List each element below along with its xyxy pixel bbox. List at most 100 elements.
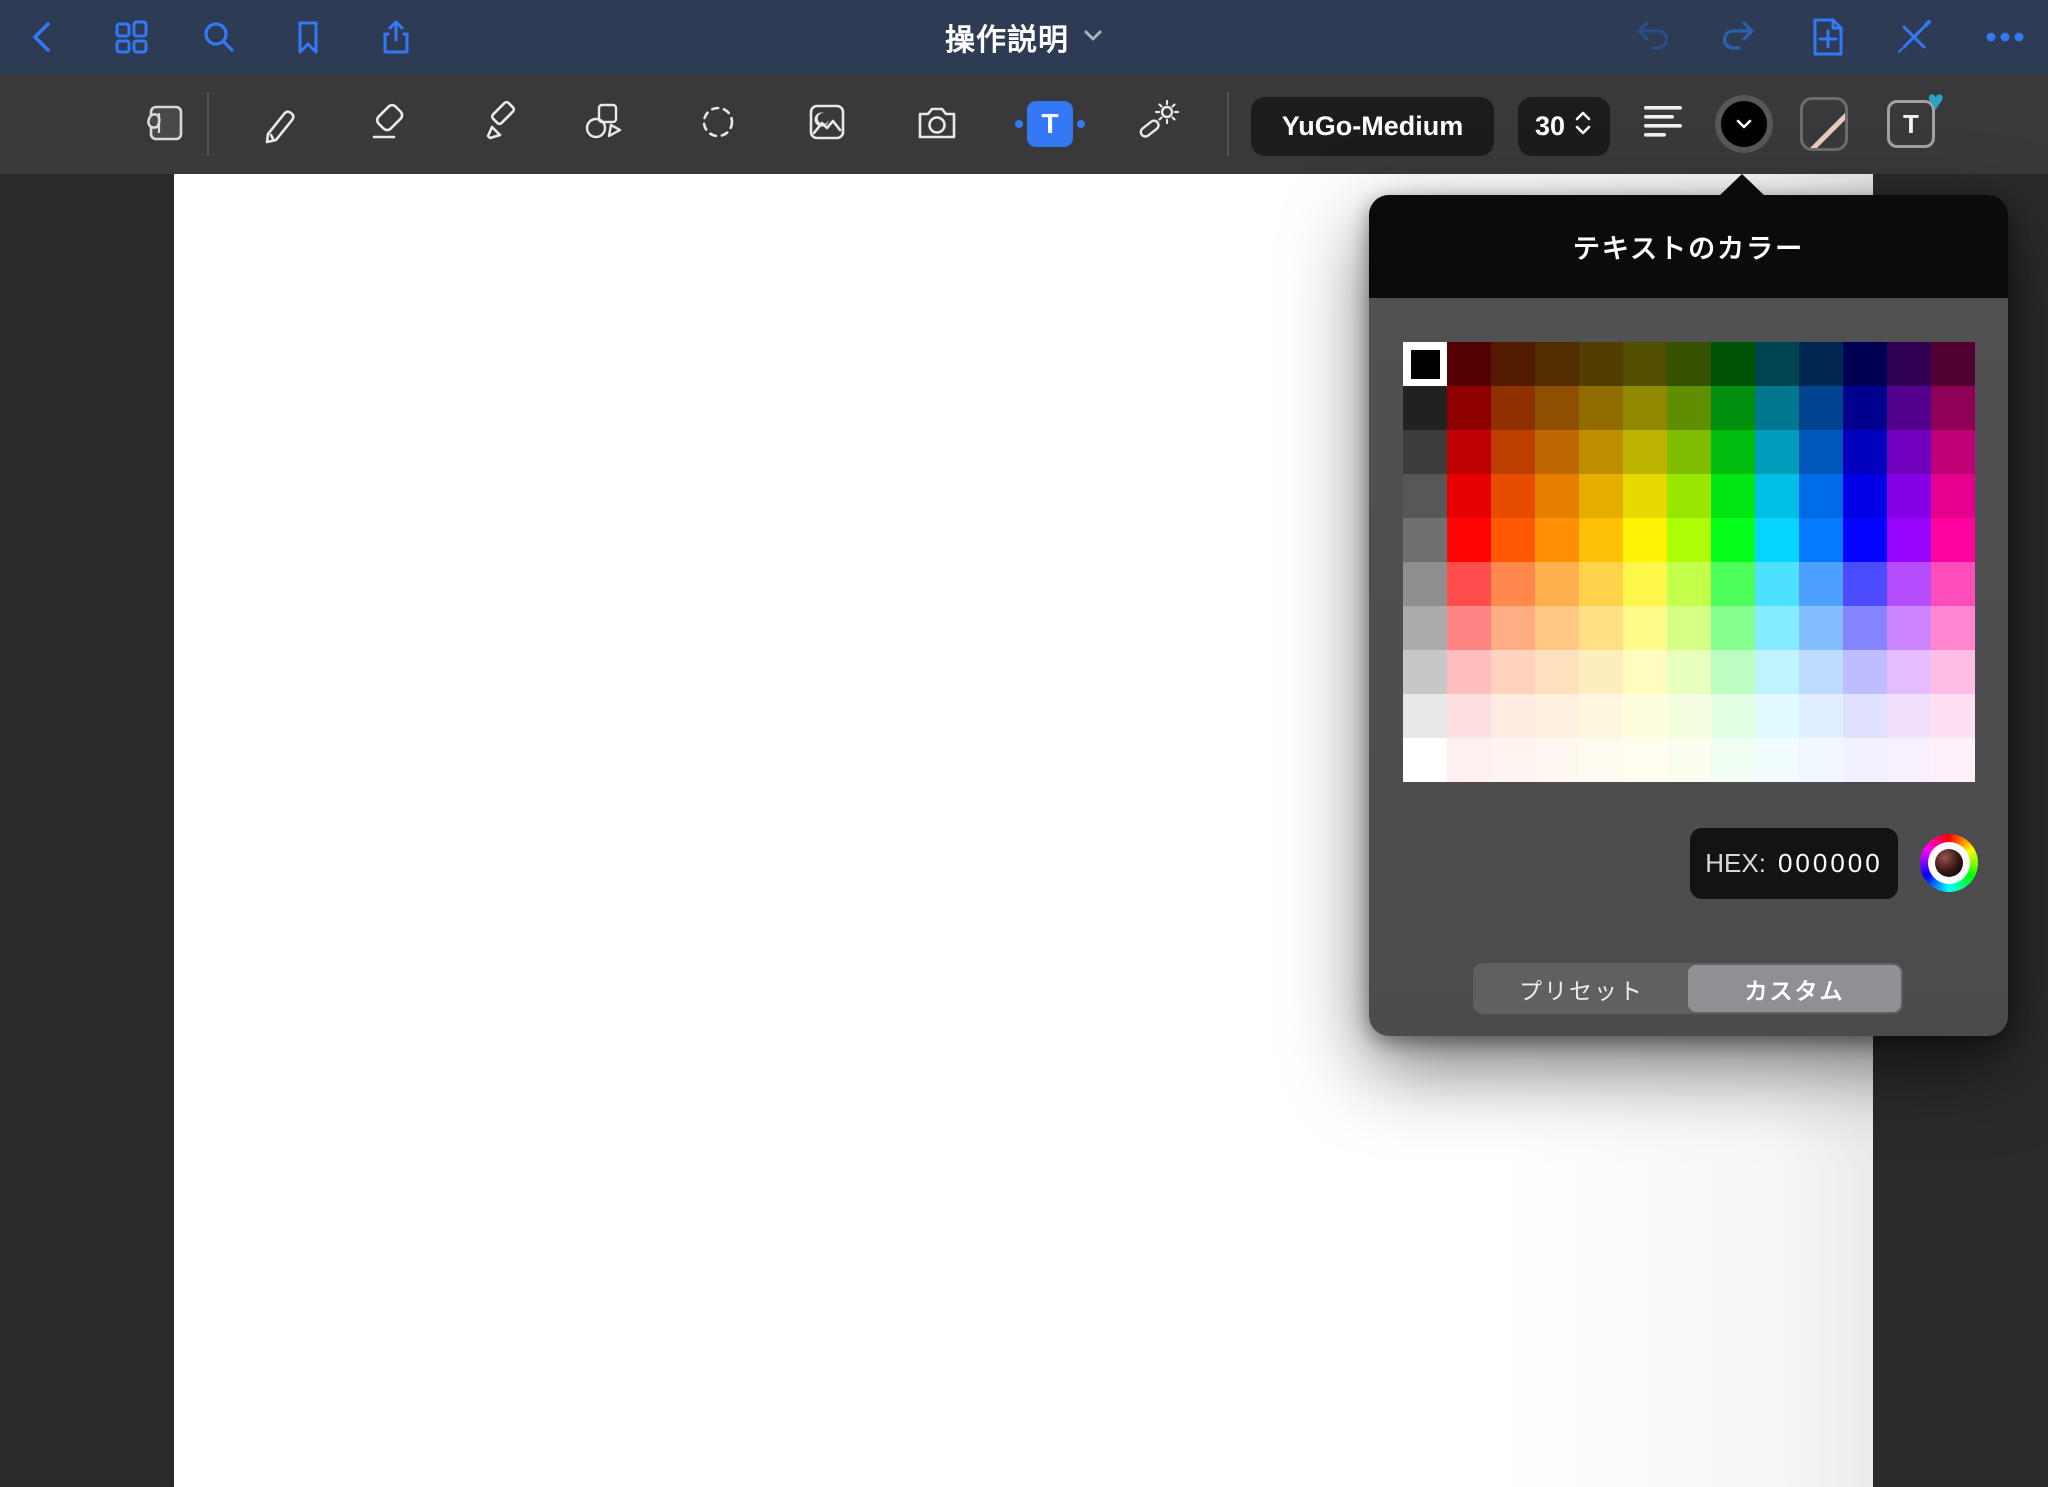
color-swatch[interactable] <box>1403 518 1447 562</box>
color-swatch[interactable] <box>1667 342 1711 386</box>
search-button[interactable] <box>187 0 251 74</box>
back-button[interactable] <box>12 0 76 74</box>
color-swatch[interactable] <box>1799 430 1843 474</box>
color-swatch[interactable] <box>1491 650 1535 694</box>
color-swatch[interactable] <box>1667 386 1711 430</box>
tab-custom[interactable]: カスタム <box>1688 965 1901 1012</box>
color-swatch[interactable] <box>1931 474 1975 518</box>
font-size-stepper[interactable]: 30 <box>1518 97 1610 156</box>
color-swatch[interactable] <box>1667 430 1711 474</box>
color-swatch[interactable] <box>1799 386 1843 430</box>
color-swatch[interactable] <box>1843 694 1887 738</box>
color-swatch[interactable] <box>1799 606 1843 650</box>
color-swatch[interactable] <box>1623 650 1667 694</box>
color-swatch[interactable] <box>1755 606 1799 650</box>
color-swatch[interactable] <box>1623 342 1667 386</box>
color-swatch[interactable] <box>1579 386 1623 430</box>
color-swatch[interactable] <box>1535 474 1579 518</box>
color-swatch[interactable] <box>1755 694 1799 738</box>
color-swatch[interactable] <box>1799 518 1843 562</box>
text-align-button[interactable] <box>1639 100 1687 148</box>
color-swatch[interactable] <box>1491 430 1535 474</box>
color-swatch[interactable] <box>1403 474 1447 518</box>
color-swatch[interactable] <box>1447 430 1491 474</box>
color-swatch[interactable] <box>1667 562 1711 606</box>
color-swatch[interactable] <box>1931 430 1975 474</box>
color-swatch[interactable] <box>1755 430 1799 474</box>
color-swatch[interactable] <box>1711 694 1755 738</box>
text-style-button[interactable]: T ♥ <box>1887 100 1935 148</box>
color-swatch[interactable] <box>1755 518 1799 562</box>
color-swatch[interactable] <box>1579 562 1623 606</box>
color-swatch[interactable] <box>1799 738 1843 782</box>
eraser-tool-button[interactable] <box>364 100 412 148</box>
color-swatch[interactable] <box>1799 650 1843 694</box>
color-swatch-selected[interactable] <box>1403 342 1447 386</box>
color-swatch[interactable] <box>1755 342 1799 386</box>
color-swatch[interactable] <box>1491 738 1535 782</box>
color-swatch[interactable] <box>1667 738 1711 782</box>
color-swatch[interactable] <box>1755 474 1799 518</box>
color-swatch[interactable] <box>1403 650 1447 694</box>
exit-edit-mode-button[interactable] <box>1882 0 1946 74</box>
color-swatch[interactable] <box>1579 518 1623 562</box>
color-swatch[interactable] <box>1887 342 1931 386</box>
color-swatch[interactable] <box>1491 562 1535 606</box>
color-swatch[interactable] <box>1491 474 1535 518</box>
undo-button[interactable] <box>1621 0 1685 74</box>
more-options-button[interactable] <box>1973 0 2037 74</box>
color-swatch[interactable] <box>1579 650 1623 694</box>
color-swatch[interactable] <box>1887 738 1931 782</box>
color-swatch[interactable] <box>1887 562 1931 606</box>
color-swatch[interactable] <box>1579 606 1623 650</box>
color-swatch[interactable] <box>1843 430 1887 474</box>
color-swatch[interactable] <box>1667 474 1711 518</box>
color-swatch[interactable] <box>1623 694 1667 738</box>
color-swatch[interactable] <box>1403 694 1447 738</box>
color-swatch[interactable] <box>1931 386 1975 430</box>
color-swatch[interactable] <box>1711 650 1755 694</box>
share-button[interactable] <box>364 0 428 74</box>
color-swatch[interactable] <box>1535 386 1579 430</box>
color-swatch[interactable] <box>1623 738 1667 782</box>
color-swatch[interactable] <box>1535 650 1579 694</box>
color-swatch[interactable] <box>1623 518 1667 562</box>
color-swatch[interactable] <box>1931 342 1975 386</box>
color-swatch[interactable] <box>1667 518 1711 562</box>
color-swatch[interactable] <box>1579 738 1623 782</box>
color-swatch[interactable] <box>1931 562 1975 606</box>
color-swatch[interactable] <box>1711 342 1755 386</box>
color-swatch[interactable] <box>1711 518 1755 562</box>
lasso-tool-button[interactable] <box>694 100 742 148</box>
color-swatch[interactable] <box>1711 474 1755 518</box>
laser-pointer-button[interactable] <box>1133 100 1181 148</box>
color-swatch[interactable] <box>1887 650 1931 694</box>
color-swatch[interactable] <box>1755 562 1799 606</box>
thumbnails-button[interactable] <box>99 0 163 74</box>
color-swatch[interactable] <box>1447 606 1491 650</box>
color-swatch[interactable] <box>1711 606 1755 650</box>
color-swatch[interactable] <box>1623 562 1667 606</box>
hex-input[interactable]: HEX: 000000 <box>1690 828 1898 899</box>
color-swatch[interactable] <box>1403 738 1447 782</box>
pen-tool-button[interactable] <box>256 100 304 148</box>
image-tool-button[interactable] <box>803 100 851 148</box>
color-swatch[interactable] <box>1579 430 1623 474</box>
color-swatch[interactable] <box>1403 430 1447 474</box>
color-swatch[interactable] <box>1623 474 1667 518</box>
color-swatch[interactable] <box>1447 694 1491 738</box>
highlighter-tool-button[interactable] <box>476 100 524 148</box>
color-swatch[interactable] <box>1755 738 1799 782</box>
color-swatch[interactable] <box>1491 386 1535 430</box>
text-color-button[interactable] <box>1715 95 1773 153</box>
color-swatch[interactable] <box>1535 430 1579 474</box>
color-swatch[interactable] <box>1579 694 1623 738</box>
color-swatch[interactable] <box>1931 518 1975 562</box>
color-swatch[interactable] <box>1447 650 1491 694</box>
color-swatch[interactable] <box>1535 518 1579 562</box>
color-swatch[interactable] <box>1491 694 1535 738</box>
tab-preset[interactable]: プリセット <box>1475 965 1688 1012</box>
color-swatch[interactable] <box>1403 606 1447 650</box>
color-swatch[interactable] <box>1711 386 1755 430</box>
color-swatch[interactable] <box>1843 342 1887 386</box>
